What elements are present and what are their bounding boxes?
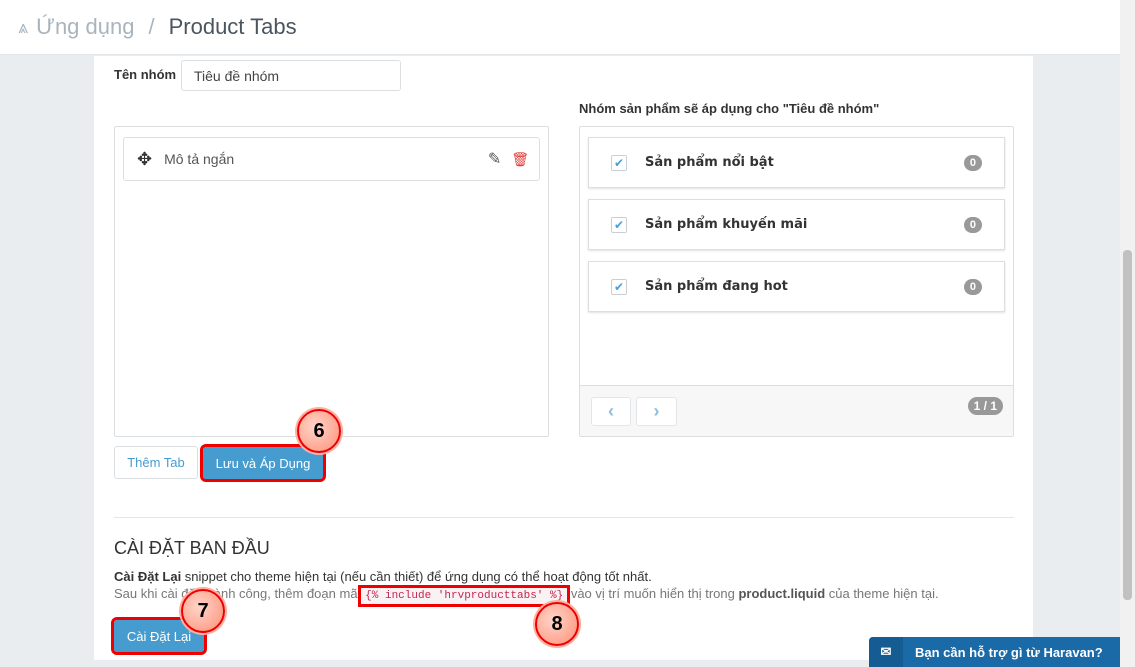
callout-6: 6 — [297, 409, 341, 453]
main-content: Tên nhóm Tiêu đề nhóm ✥ Mô tả ngắn ✎ 🗑 T… — [94, 56, 1033, 660]
tab-item-label: Mô tả ngắn — [164, 151, 235, 167]
setup-line-1: Cài Đặt Lại snippet cho theme hiện tại (… — [114, 569, 652, 584]
tab-item[interactable]: ✥ Mô tả ngắn ✎ 🗑 — [123, 137, 540, 181]
product-group-label: Sản phẩm khuyến mãi — [645, 217, 808, 232]
add-tab-button[interactable]: Thêm Tab — [114, 446, 198, 479]
setup-line-2: Sau khi cài đặt thành công, thêm đoạn mã… — [114, 585, 939, 607]
breadcrumb-apps-link[interactable]: Ứng dụng — [36, 14, 134, 40]
trash-icon[interactable]: 🗑 — [511, 151, 529, 168]
setup-line2-bold: product.liquid — [738, 586, 826, 601]
prev-page-button[interactable]: ‹ — [591, 397, 631, 426]
group-name-label: Tên nhóm — [114, 67, 177, 82]
include-snippet-code: {% include 'hrvproducttabs' %} — [358, 585, 571, 607]
count-badge: 0 — [963, 278, 982, 295]
checkbox-checked[interactable]: ✔ — [611, 216, 627, 233]
mail-icon: ✉ — [869, 637, 903, 667]
setup-line1-bold: Cài Đặt Lại — [114, 569, 182, 584]
product-group-list: ✔ Sản phẩm nổi bật 0 ✔ Sản phẩm khuyến mãi 0… — [588, 137, 1005, 312]
page-title: Product Tabs — [168, 14, 297, 39]
setup-line1-text: snippet cho theme hiện tại (nếu cần thiế… — [181, 569, 652, 584]
pagination-bar: ‹ › 1 / 1 — [580, 385, 1013, 436]
breadcrumb: ⩓ Ứng dụng / Product Tabs — [18, 14, 297, 40]
apps-icon: ⩓ — [18, 16, 29, 37]
save-apply-button[interactable]: Lưu và Áp Dụng — [200, 444, 326, 482]
setup-line2-post: của theme hiện tại. — [825, 586, 939, 601]
checkbox-checked[interactable]: ✔ — [611, 278, 627, 295]
tabs-list: ✥ Mô tả ngắn ✎ 🗑 — [114, 126, 549, 437]
move-icon[interactable]: ✥ — [137, 149, 152, 170]
count-badge: 0 — [963, 154, 982, 171]
product-group-item[interactable]: ✔ Sản phẩm khuyến mãi 0 — [588, 199, 1005, 250]
support-chat-button[interactable]: ✉ Bạn cần hỗ trợ gì từ Haravan? — [869, 637, 1125, 667]
product-groups-panel: ✔ Sản phẩm nổi bật 0 ✔ Sản phẩm khuyến mãi 0… — [579, 126, 1014, 437]
callout-8: 8 — [535, 602, 579, 646]
product-groups-title: Nhóm sản phẩm sẽ áp dụng cho "Tiêu đề nh… — [579, 101, 880, 116]
setup-line2-mid: vào vị trí muốn hiển thị trong — [567, 586, 739, 601]
checkbox-checked[interactable]: ✔ — [611, 154, 627, 171]
group-name-input[interactable]: Tiêu đề nhóm — [181, 60, 401, 91]
product-group-item[interactable]: ✔ Sản phẩm nổi bật 0 — [588, 137, 1005, 188]
count-badge: 0 — [963, 216, 982, 233]
product-group-item[interactable]: ✔ Sản phẩm đang hot 0 — [588, 261, 1005, 312]
product-group-label: Sản phẩm đang hot — [645, 279, 788, 294]
next-page-button[interactable]: › — [636, 397, 677, 426]
edit-icon[interactable]: ✎ — [488, 149, 501, 169]
app-header: ⩓ Ứng dụng / Product Tabs — [0, 0, 1120, 55]
callout-7: 7 — [181, 589, 225, 633]
setup-title: CÀI ĐẶT BAN ĐẦU — [114, 538, 270, 558]
setup-line2-pre: Sau khi cài đặt thành công, thêm đoạn mã — [114, 586, 362, 601]
scrollbar-thumb[interactable] — [1123, 250, 1132, 600]
breadcrumb-separator: / — [148, 14, 155, 39]
divider — [114, 517, 1014, 518]
page-indicator: 1 / 1 — [967, 397, 1003, 415]
product-group-label: Sản phẩm nổi bật — [645, 155, 774, 170]
support-label: Bạn cần hỗ trợ gì từ Haravan? — [915, 644, 1103, 660]
